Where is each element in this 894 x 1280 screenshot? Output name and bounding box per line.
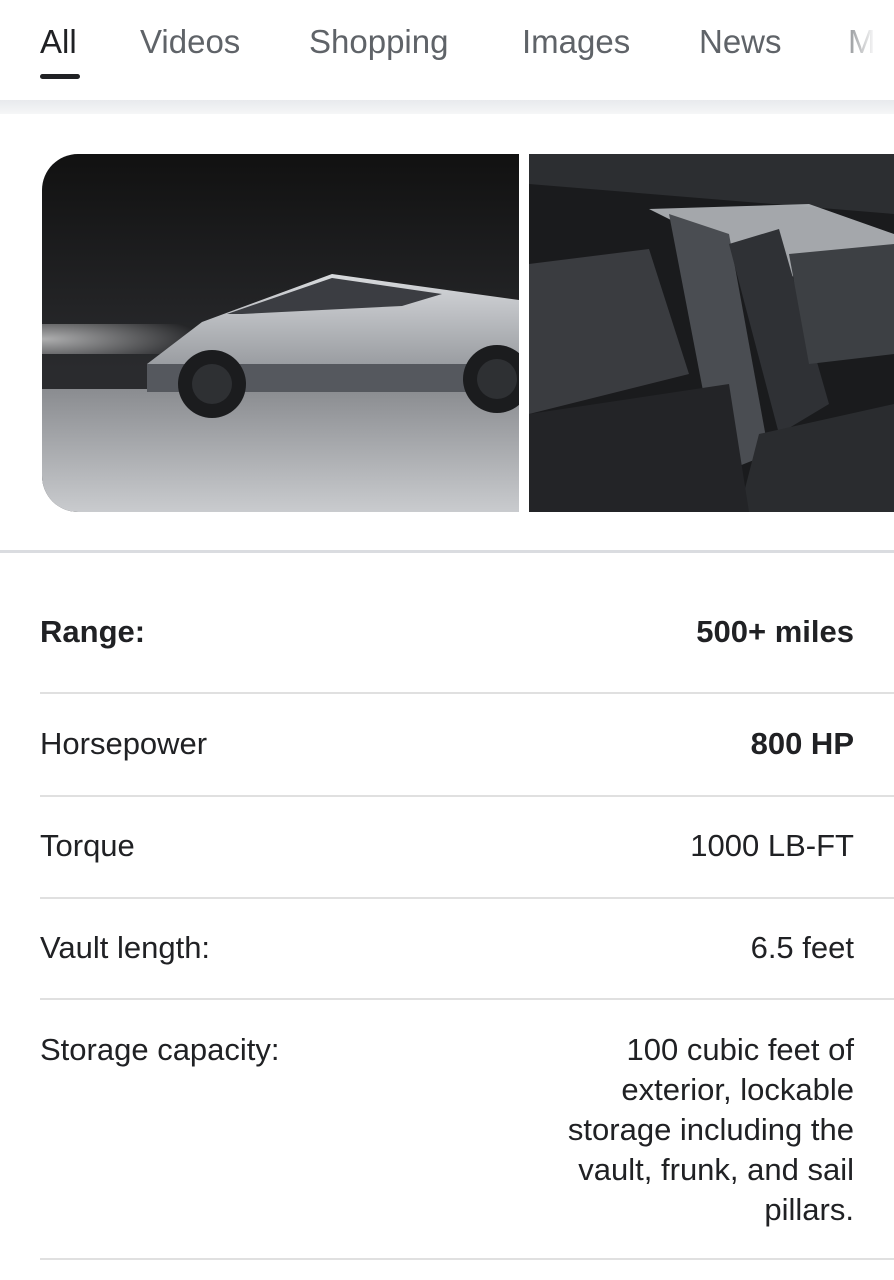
storage-line: exterior, lockable (621, 1072, 854, 1107)
tab-all[interactable]: All (40, 22, 77, 62)
storage-line: 100 cubic feet of (626, 1032, 855, 1067)
truck-interior-image[interactable] (529, 154, 894, 512)
spec-value-vault-length: 6.5 feet (750, 930, 854, 965)
storage-line: pillars. (764, 1192, 854, 1227)
storage-line: storage including the (567, 1112, 854, 1147)
spec-value-horsepower: 800 HP (750, 726, 854, 761)
search-tabs: All Videos Shopping Images News Ma (0, 0, 894, 100)
storage-line: vault, frunk, and sail (578, 1152, 854, 1187)
spec-label-horsepower: Horsepower (40, 726, 208, 761)
spec-value-storage-capacity: 100 cubic feet of exterior, lockable sto… (568, 1030, 854, 1230)
tabs-fade (834, 0, 894, 100)
spec-label-storage-capacity: Storage capacity: (40, 1032, 280, 1067)
truck-exterior-image[interactable] (42, 154, 519, 512)
tab-images[interactable]: Images (522, 22, 630, 62)
row-divider (40, 998, 894, 1000)
spec-label-range: Range: (40, 614, 146, 649)
spec-value-torque: 1000 LB-FT (690, 828, 854, 863)
tab-shopping[interactable]: Shopping (309, 22, 448, 62)
spec-label-vault-length: Vault length: (40, 930, 211, 965)
spec-label-torque: Torque (40, 828, 135, 863)
row-divider (40, 795, 894, 797)
row-divider (40, 1258, 894, 1260)
tab-news[interactable]: News (699, 22, 782, 62)
row-divider (40, 692, 894, 694)
section-divider (0, 550, 894, 553)
tab-videos[interactable]: Videos (140, 22, 240, 62)
row-divider (40, 897, 894, 899)
tabs-shadow (0, 100, 894, 114)
active-tab-indicator (40, 74, 80, 79)
spec-value-range: 500+ miles (696, 614, 854, 649)
